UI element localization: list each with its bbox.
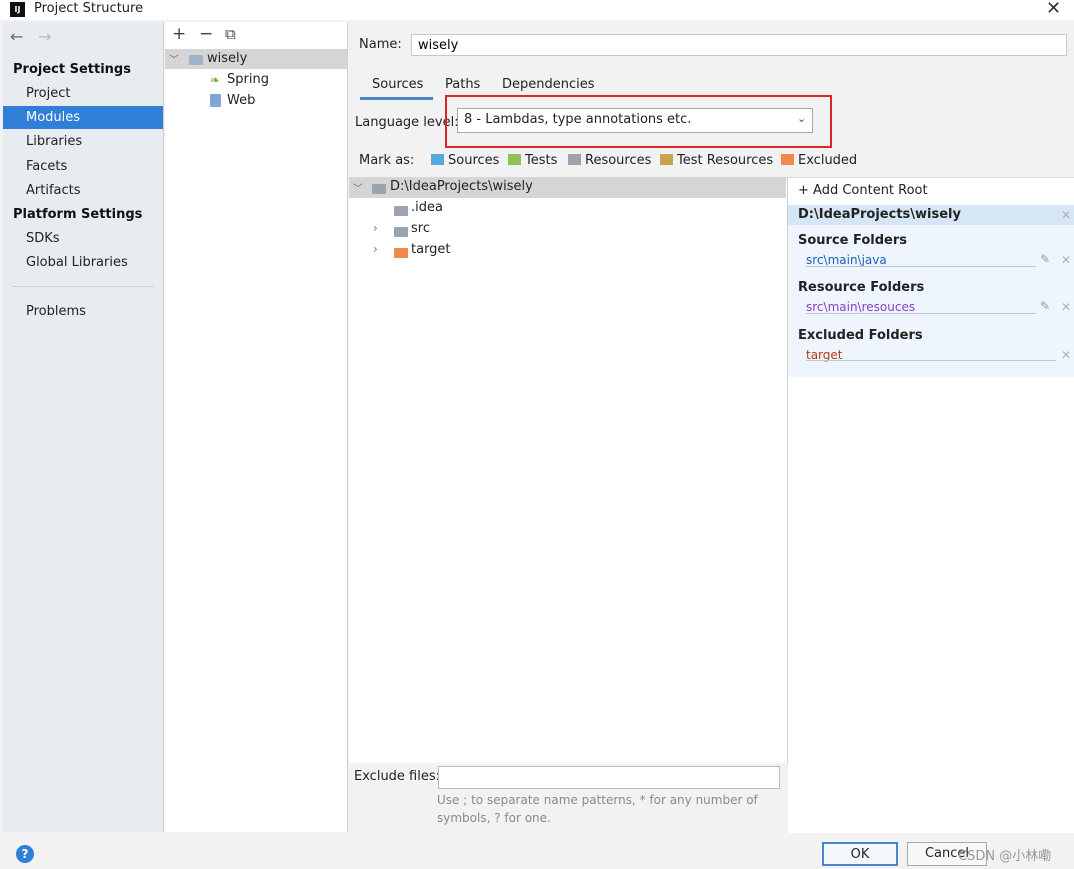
- sidebar-item-artifacts[interactable]: Artifacts: [3, 179, 163, 202]
- tab-paths[interactable]: Paths: [445, 77, 480, 92]
- add-content-root-button[interactable]: + Add Content Root: [798, 183, 928, 198]
- mark-as-sources-button[interactable]: Sources: [431, 153, 499, 168]
- divider: [806, 266, 1036, 267]
- exclude-files-hint: Use ; to separate name patterns, * for a…: [437, 793, 758, 825]
- edit-pencil-icon[interactable]: ✎: [1040, 299, 1050, 313]
- folder-icon: [394, 203, 408, 218]
- spring-leaf-icon: ❧: [210, 73, 221, 87]
- tab-dependencies[interactable]: Dependencies: [502, 77, 595, 92]
- source-folders-header: Source Folders: [798, 233, 908, 248]
- exclude-files-label: Exclude files:: [354, 769, 441, 784]
- sidebar-item-modules[interactable]: Modules: [3, 106, 163, 129]
- mark-as-excluded-button[interactable]: Excluded: [781, 153, 857, 168]
- sidebar-item-project[interactable]: Project: [3, 82, 163, 105]
- content-root-path: D:\IdeaProjects\wisely: [798, 207, 961, 222]
- red-highlight-annotation: [445, 95, 832, 148]
- copy-icon[interactable]: ⧉: [225, 25, 236, 43]
- facet-item-spring[interactable]: Spring: [227, 72, 269, 87]
- sidebar-item-facets[interactable]: Facets: [3, 155, 163, 178]
- tree-item-target[interactable]: target: [411, 242, 451, 257]
- exclude-files-field[interactable]: [438, 766, 780, 789]
- add-icon[interactable]: +: [172, 24, 186, 44]
- tests-folder-icon: [508, 154, 521, 165]
- resource-folders-header: Resource Folders: [798, 280, 925, 295]
- mark-as-test-resources-button[interactable]: Test Resources: [660, 153, 773, 168]
- excluded-folders-header: Excluded Folders: [798, 328, 923, 343]
- web-facet-icon: [210, 94, 221, 107]
- sidebar-divider: [12, 286, 154, 287]
- resources-folder-icon: [568, 154, 581, 165]
- divider: [806, 313, 1036, 314]
- source-folder-path: src\main\java: [806, 253, 887, 267]
- tab-sources[interactable]: Sources: [372, 77, 423, 92]
- edit-pencil-icon[interactable]: ✎: [1040, 252, 1050, 266]
- remove-source-icon[interactable]: ✕: [1061, 253, 1071, 267]
- folder-icon: [394, 224, 408, 239]
- forward-arrow-icon[interactable]: →: [38, 27, 51, 46]
- remove-icon[interactable]: −: [199, 24, 213, 44]
- module-name-field[interactable]: [411, 34, 1067, 56]
- tree-item-src[interactable]: src: [411, 221, 430, 236]
- active-tab-indicator: [360, 97, 433, 100]
- title-bar: [0, 0, 1074, 20]
- sidebar-item-global-libraries[interactable]: Global Libraries: [3, 251, 163, 274]
- remove-resource-icon[interactable]: ✕: [1061, 300, 1071, 314]
- remove-root-icon[interactable]: ✕: [1061, 208, 1071, 222]
- tree-item-idea[interactable]: .idea: [411, 200, 443, 215]
- remove-excluded-icon[interactable]: ✕: [1061, 348, 1071, 362]
- test-resources-folder-icon: [660, 154, 673, 165]
- folder-icon: [372, 181, 386, 196]
- mark-as-resources-button[interactable]: Resources: [568, 153, 651, 168]
- ok-button[interactable]: OK: [822, 842, 898, 866]
- mark-as-tests-button[interactable]: Tests: [508, 153, 557, 168]
- watermark: CSDN @小林嘞: [958, 849, 1052, 864]
- sources-folder-icon: [431, 154, 444, 165]
- mark-as-label: Mark as:: [359, 153, 415, 168]
- chevron-down-icon[interactable]: ﹀: [353, 180, 363, 195]
- module-folder-icon: [189, 52, 203, 67]
- chevron-right-icon[interactable]: ›: [373, 242, 378, 256]
- module-tree-panel: [165, 22, 348, 832]
- chevron-right-icon[interactable]: ›: [373, 221, 378, 235]
- back-arrow-icon[interactable]: ←: [10, 27, 23, 46]
- language-level-label: Language level:: [355, 115, 459, 130]
- chevron-down-icon[interactable]: ﹀: [169, 51, 179, 66]
- help-icon[interactable]: ?: [16, 845, 34, 863]
- sidebar-item-sdks[interactable]: SDKs: [3, 227, 163, 250]
- intellij-app-icon: IJ: [10, 2, 25, 17]
- sidebar-item-libraries[interactable]: Libraries: [3, 130, 163, 153]
- excluded-folder-icon: [781, 154, 794, 165]
- tree-item-root[interactable]: D:\IdeaProjects\wisely: [390, 179, 533, 194]
- platform-settings-header: Platform Settings: [13, 207, 143, 222]
- sidebar-item-problems[interactable]: Problems: [3, 300, 163, 323]
- window-title: Project Structure: [34, 1, 144, 16]
- facet-item-web[interactable]: Web: [227, 93, 255, 108]
- module-item-wisely[interactable]: wisely: [207, 51, 247, 66]
- folder-icon: [394, 245, 408, 260]
- name-label: Name:: [359, 37, 402, 52]
- content-root-tree: [349, 177, 788, 763]
- divider: [806, 360, 1056, 361]
- resource-folder-path: src\main\resouces: [806, 300, 916, 314]
- close-icon[interactable]: ✕: [1046, 0, 1061, 19]
- project-settings-header: Project Settings: [13, 62, 131, 77]
